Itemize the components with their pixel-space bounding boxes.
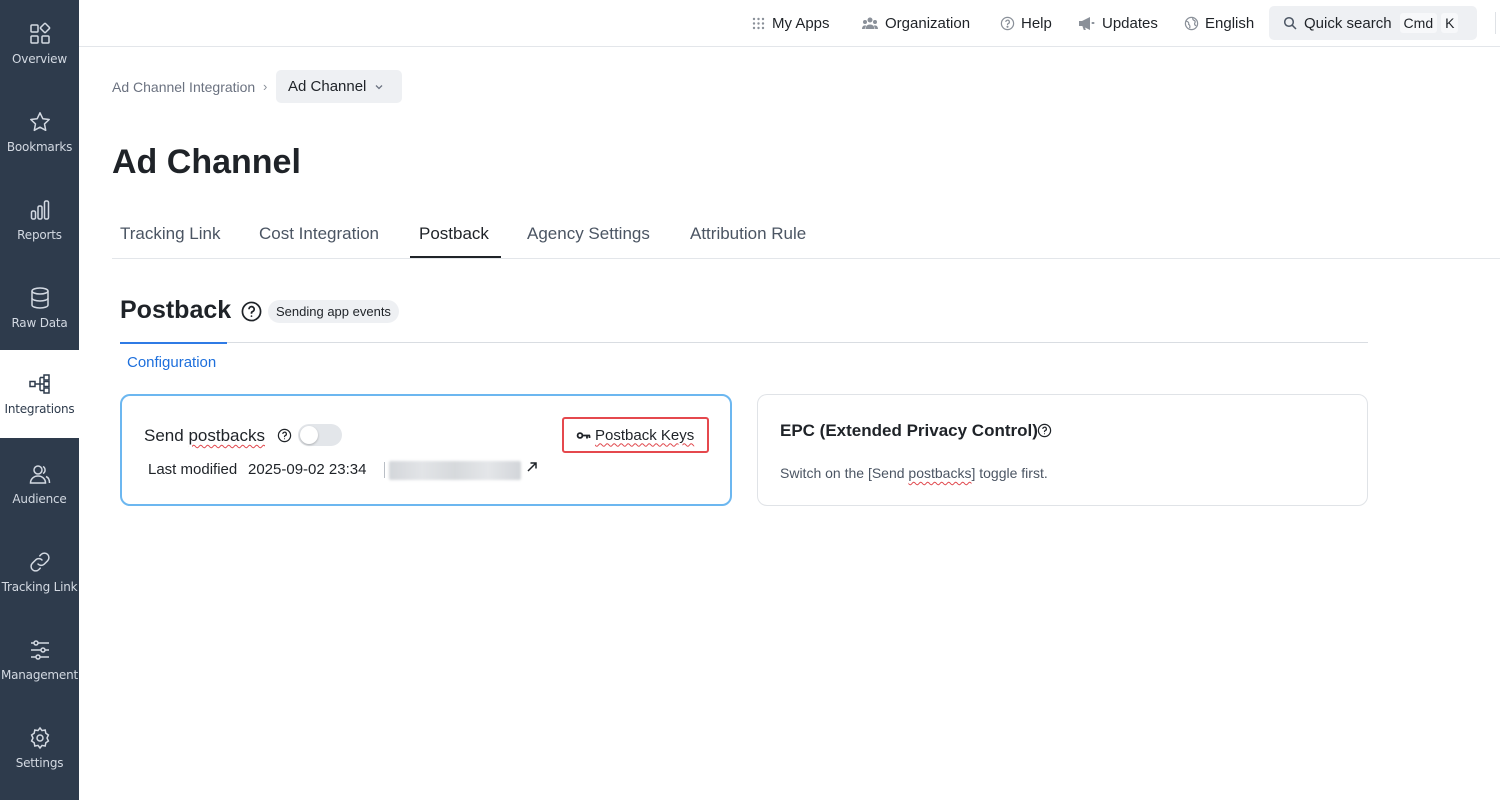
last-modified-label: Last modified xyxy=(148,461,238,478)
organization-button[interactable]: Organization xyxy=(861,12,970,34)
my-apps-label: My Apps xyxy=(772,14,830,32)
gear-icon xyxy=(30,726,49,750)
globe-icon xyxy=(1184,16,1199,30)
subtab-configuration[interactable]: Configuration xyxy=(127,354,216,371)
updates-label: Updates xyxy=(1102,14,1158,32)
help-label: Help xyxy=(1021,14,1052,32)
epc-description-word: postbacks xyxy=(908,465,972,481)
grid-dots-icon xyxy=(752,17,765,29)
sliders-icon xyxy=(30,640,49,660)
sidebar-item-integrations[interactable]: Integrations xyxy=(0,350,79,438)
help-circle-icon[interactable] xyxy=(1037,423,1052,438)
tabs-divider xyxy=(112,258,1500,259)
section-title: Postback xyxy=(120,296,232,324)
help-circle-icon[interactable] xyxy=(277,428,292,443)
sidebar-item-audience[interactable]: Audience xyxy=(0,440,79,528)
shortcut-letter-key: K xyxy=(1441,13,1459,33)
active-tab-indicator xyxy=(410,256,501,258)
database-icon xyxy=(30,287,49,309)
sidebar-item-overview[interactable]: Overview xyxy=(0,0,79,88)
sidebar-item-settings[interactable]: Settings xyxy=(0,704,79,792)
bar-chart-icon xyxy=(30,200,49,220)
sidebar-item-label: Raw Data xyxy=(11,316,68,330)
send-postbacks-toggle[interactable] xyxy=(298,424,342,446)
sidebar-item-tracking-link[interactable]: Tracking Link xyxy=(0,528,79,616)
shortcut-mod-key: Cmd xyxy=(1399,13,1438,33)
epc-card xyxy=(757,394,1368,506)
epc-title: EPC (Extended Privacy Control) xyxy=(780,421,1038,440)
breadcrumb-current-dropdown[interactable]: Ad Channel xyxy=(276,70,402,103)
key-icon xyxy=(576,431,591,439)
organization-label: Organization xyxy=(885,14,971,32)
sidebar-item-label: Overview xyxy=(12,52,67,66)
tab-attribution-rule[interactable]: Attribution Rule xyxy=(690,224,806,244)
sidebar-item-bookmarks[interactable]: Bookmarks xyxy=(0,88,79,176)
sidebar-item-reports[interactable]: Reports xyxy=(0,176,79,264)
people-icon xyxy=(29,465,50,484)
postback-keys-button[interactable]: Postback Keys xyxy=(562,417,709,453)
sidebar-item-label: Tracking Link xyxy=(1,580,78,594)
toggle-knob xyxy=(300,426,318,444)
subtab-divider xyxy=(120,342,1368,343)
modified-divider xyxy=(384,462,385,478)
section-badge: Sending app events xyxy=(268,300,399,323)
megaphone-icon xyxy=(1079,16,1095,30)
help-circle-icon xyxy=(1000,16,1015,30)
chevron-down-icon xyxy=(375,84,383,89)
sidebar-item-label: Settings xyxy=(15,756,64,770)
last-modified-value: 2025-09-02 23:34 xyxy=(248,461,367,478)
epc-description: Switch on the [Send postbacks] toggle fi… xyxy=(780,465,1048,481)
sidebar-item-label: Management xyxy=(0,668,79,682)
language-label: English xyxy=(1205,14,1255,32)
breadcrumb-current-label: Ad Channel xyxy=(288,78,367,95)
epc-description-suffix: ] toggle first. xyxy=(971,465,1048,481)
redacted-user-field xyxy=(389,461,521,480)
sidebar-item-label: Bookmarks xyxy=(6,140,73,154)
sidebar-item-raw-data[interactable]: Raw Data xyxy=(0,264,79,352)
page-title: Ad Channel xyxy=(112,143,301,181)
send-postbacks-label-word: postbacks xyxy=(188,426,265,445)
tab-postback[interactable]: Postback xyxy=(419,224,489,244)
breadcrumb-separator: › xyxy=(263,79,268,94)
sidebar: Overview Bookmarks Reports Raw Data Inte… xyxy=(0,0,79,800)
link-icon xyxy=(29,552,50,572)
integrations-icon xyxy=(28,374,50,394)
postback-keys-label: Postback Keys xyxy=(595,426,695,444)
overview-icon xyxy=(29,22,50,44)
help-button[interactable]: Help xyxy=(1000,12,1052,34)
sidebar-item-label: Audience xyxy=(12,492,67,506)
external-link-icon[interactable] xyxy=(526,461,538,473)
help-circle-icon[interactable] xyxy=(241,301,262,322)
tab-cost-integration[interactable]: Cost Integration xyxy=(259,224,379,244)
star-icon xyxy=(29,112,50,132)
top-bar: My Apps Organization Help Updates Englis… xyxy=(79,0,1500,47)
topbar-divider xyxy=(1495,12,1496,34)
updates-button[interactable]: Updates xyxy=(1078,12,1158,34)
breadcrumb-parent-link[interactable]: Ad Channel Integration xyxy=(112,79,255,95)
tab-agency-settings[interactable]: Agency Settings xyxy=(527,224,650,244)
send-postbacks-label: Send postbacks xyxy=(144,426,265,446)
language-button[interactable]: English xyxy=(1184,12,1254,34)
quick-search-button[interactable]: Quick search Cmd K xyxy=(1269,6,1477,40)
search-icon xyxy=(1283,16,1297,30)
my-apps-button[interactable]: My Apps xyxy=(751,12,830,34)
quick-search-label: Quick search xyxy=(1304,14,1392,32)
epc-description-prefix: Switch on the [Send xyxy=(780,465,909,481)
organization-icon xyxy=(862,17,878,29)
send-postbacks-label-prefix: Send xyxy=(144,426,189,445)
sidebar-item-label: Reports xyxy=(17,228,62,242)
sidebar-item-label: Integrations xyxy=(4,402,75,416)
sidebar-item-management[interactable]: Management xyxy=(0,616,79,704)
tab-tracking-link[interactable]: Tracking Link xyxy=(120,224,220,244)
active-subtab-indicator xyxy=(120,342,227,344)
